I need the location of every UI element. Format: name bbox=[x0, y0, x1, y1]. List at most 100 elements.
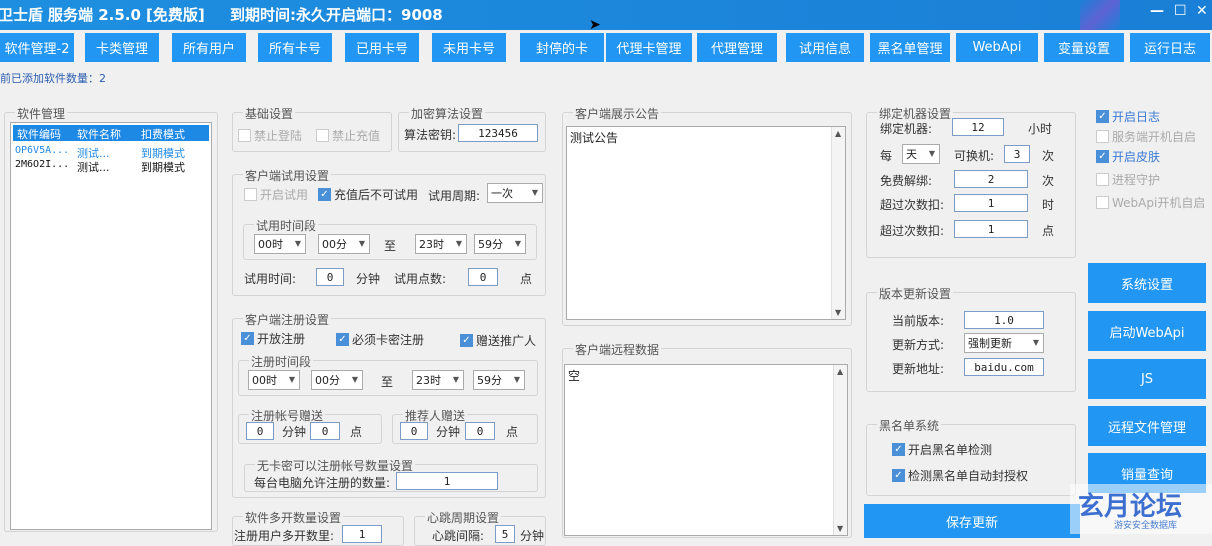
trial-end-hour[interactable]: 23时 ▼ bbox=[415, 234, 467, 254]
update-mode-select[interactable]: 强制更新 ▼ bbox=[964, 333, 1044, 353]
to-label: 至 bbox=[381, 375, 394, 389]
list-item[interactable]: OP6V5A... 测试... 到期模式 bbox=[11, 145, 211, 160]
reg-end-hour[interactable]: 23时 ▼ bbox=[412, 370, 464, 390]
nav-unused-cards[interactable]: 未用卡号 bbox=[432, 33, 506, 62]
notice-textarea[interactable]: 测试公告 ▲ ▼ bbox=[566, 126, 846, 320]
process-guard-checkbox[interactable]: 进程守护 bbox=[1096, 171, 1160, 188]
nav-trial-info[interactable]: 试用信息 bbox=[786, 33, 864, 62]
update-url-label: 更新地址: bbox=[892, 362, 945, 376]
notice-legend: 客户端展示公告 bbox=[573, 105, 662, 122]
key-label: 算法密钥: bbox=[404, 128, 457, 142]
key-input[interactable]: 123456 bbox=[458, 124, 538, 142]
need-card-checkbox[interactable]: ✓ 必须卡密注册 bbox=[336, 331, 424, 348]
remote-textarea[interactable]: 空 ▲ ▼ bbox=[564, 364, 848, 536]
system-settings-button[interactable]: 系统设置 bbox=[1088, 263, 1206, 303]
forbid-recharge-checkbox[interactable]: 禁止充值 bbox=[316, 127, 380, 144]
reg-start-minute[interactable]: 00分 ▼ bbox=[311, 370, 363, 390]
trial-points-label: 试用点数: bbox=[394, 272, 447, 286]
trial-start-minute[interactable]: 00分 ▼ bbox=[318, 234, 370, 254]
reg-end-minute[interactable]: 59分 ▼ bbox=[473, 370, 525, 390]
close-button[interactable]: ✕ bbox=[1196, 3, 1208, 19]
nav-banned-cards[interactable]: 封停的卡 bbox=[520, 33, 604, 62]
list-item[interactable]: 2M6O2I... 测试... 到期模式 bbox=[11, 159, 211, 174]
save-update-button[interactable]: 保存更新 bbox=[864, 504, 1080, 538]
cycle-label: 试用周期: bbox=[428, 189, 481, 203]
nav-variables[interactable]: 变量设置 bbox=[1044, 33, 1124, 62]
reg-start-hour[interactable]: 00时 ▼ bbox=[248, 370, 300, 390]
point-label: 点 bbox=[520, 272, 533, 286]
minute-label: 分钟 bbox=[356, 272, 381, 286]
nav-card-types[interactable]: 卡类管理 bbox=[85, 33, 159, 62]
software-legend: 软件管理 bbox=[15, 105, 68, 122]
multi-legend: 软件多开数量设置 bbox=[243, 509, 344, 526]
point-label: 点 bbox=[506, 425, 519, 439]
heartbeat-unit: 分钟 bbox=[520, 529, 545, 543]
nav-all-users[interactable]: 所有用户 bbox=[172, 33, 246, 62]
free-unbind-label: 免费解绑: bbox=[880, 174, 933, 188]
cur-version-input[interactable]: 1.0 bbox=[964, 311, 1044, 329]
multi-input[interactable]: 1 bbox=[342, 525, 382, 543]
service-version: 服务端 2.5.0 bbox=[48, 6, 141, 24]
nav-agents[interactable]: 代理管理 bbox=[697, 33, 777, 62]
point-unit-label: 点 bbox=[1042, 224, 1055, 238]
blacklist-autoban-checkbox[interactable]: ✓ 检测黑名单自动封授权 bbox=[892, 467, 1028, 484]
nav-software[interactable]: 软件管理-2 bbox=[0, 33, 74, 62]
minimize-button[interactable]: — bbox=[1150, 3, 1164, 19]
nav-used-cards[interactable]: 已用卡号 bbox=[345, 33, 419, 62]
cycle-select[interactable]: 一次 ▼ bbox=[487, 183, 543, 203]
js-button[interactable]: JS bbox=[1088, 359, 1206, 399]
per-pc-label: 每台电脑允许注册的数量: bbox=[254, 476, 391, 490]
nocard-legend: 无卡密可以注册帐号数量设置 bbox=[255, 457, 416, 474]
webapi-boot-checkbox[interactable]: WebApi开机自启 bbox=[1096, 194, 1205, 211]
header-name: 软件名称 bbox=[77, 128, 121, 141]
trial-time-input[interactable]: 0 bbox=[316, 268, 344, 286]
free-unbind-input[interactable]: 2 bbox=[954, 170, 1028, 188]
period-select[interactable]: 天 ▼ bbox=[902, 144, 940, 164]
ref-minute-input[interactable]: 0 bbox=[400, 422, 428, 440]
trial-end-minute[interactable]: 59分 ▼ bbox=[474, 234, 526, 254]
nav-webapi[interactable]: WebApi bbox=[956, 33, 1038, 62]
heartbeat-legend: 心跳周期设置 bbox=[425, 509, 502, 526]
notice-scrollbar[interactable]: ▲ ▼ bbox=[831, 127, 845, 319]
gift-referrer-checkbox[interactable]: ✓ 赠送推广人 bbox=[460, 332, 536, 349]
change-input[interactable]: 3 bbox=[1004, 145, 1030, 163]
nav-all-cards[interactable]: 所有卡号 bbox=[258, 33, 332, 62]
start-webapi-button[interactable]: 启动WebApi bbox=[1088, 311, 1206, 351]
ref-point-input[interactable]: 0 bbox=[465, 422, 495, 440]
per-pc-input[interactable]: 1 bbox=[396, 472, 498, 490]
software-list[interactable]: 软件编码 软件名称 扣费模式 OP6V5A... 测试... 到期模式 2M6O… bbox=[10, 122, 212, 530]
every-label: 每 bbox=[880, 149, 893, 163]
trial-points-input[interactable]: 0 bbox=[468, 268, 498, 286]
remote-file-button[interactable]: 远程文件管理 bbox=[1088, 406, 1206, 446]
enable-trial-checkbox[interactable]: 开启试用 bbox=[244, 186, 308, 203]
times-label: 次 bbox=[1042, 174, 1055, 188]
enable-skin-checkbox[interactable]: ✓ 开启皮肤 bbox=[1096, 148, 1160, 165]
software-count: 前已添加软件数量：2 bbox=[0, 72, 106, 85]
blacklist-group: 黑名单系统 bbox=[866, 417, 1076, 496]
nav-blacklist[interactable]: 黑名单管理 bbox=[870, 33, 950, 62]
bind-input[interactable]: 12 bbox=[952, 118, 1004, 136]
trial-time-label: 试用时间: bbox=[244, 272, 297, 286]
over-hours-input[interactable]: 1 bbox=[954, 194, 1028, 212]
open-register-checkbox[interactable]: ✓ 开放注册 bbox=[241, 330, 305, 347]
gift-minute-input[interactable]: 0 bbox=[246, 422, 274, 440]
update-url-input[interactable]: baidu.com bbox=[964, 358, 1044, 376]
cur-version-label: 当前版本: bbox=[892, 314, 945, 328]
version-legend: 版本更新设置 bbox=[877, 285, 954, 302]
remote-scrollbar[interactable]: ▲ ▼ bbox=[833, 365, 847, 535]
over-points-input[interactable]: 1 bbox=[954, 220, 1028, 238]
nav-agent-cards[interactable]: 代理卡管理 bbox=[606, 33, 692, 62]
gift-point-input[interactable]: 0 bbox=[310, 422, 340, 440]
remote-legend: 客户端远程数据 bbox=[573, 341, 662, 358]
trial-start-hour[interactable]: 00时 ▼ bbox=[254, 234, 306, 254]
enable-log-checkbox[interactable]: ✓ 开启日志 bbox=[1096, 108, 1160, 125]
maximize-button[interactable]: ☐ bbox=[1174, 3, 1187, 19]
blacklist-detect-checkbox[interactable]: ✓ 开启黑名单检测 bbox=[892, 441, 992, 458]
nav-run-log[interactable]: 运行日志 bbox=[1130, 33, 1210, 62]
heartbeat-input[interactable]: 5 bbox=[495, 525, 515, 543]
times-label: 次 bbox=[1042, 149, 1055, 163]
autostart-checkbox[interactable]: 服务端开机自启 bbox=[1096, 128, 1196, 145]
after-recharge-checkbox[interactable]: ✓ 充值后不可试用 bbox=[318, 186, 418, 203]
forbid-login-checkbox[interactable]: 禁止登陆 bbox=[238, 127, 302, 144]
minute-label: 分钟 bbox=[282, 425, 307, 439]
